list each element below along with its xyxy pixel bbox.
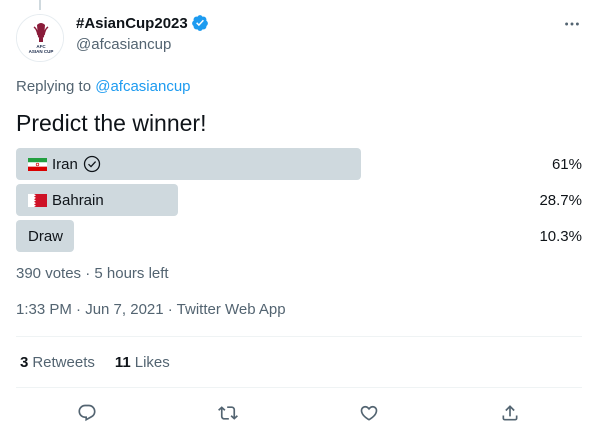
likes-count: 11 xyxy=(114,354,131,371)
divider xyxy=(16,387,582,388)
poll-option-percent: 61% xyxy=(551,156,582,173)
retweets-stat[interactable]: 3 Retweets xyxy=(20,354,95,371)
author-handle[interactable]: @afcasiancup xyxy=(76,36,171,53)
engagement-stats: 3 Retweets 11 Likes xyxy=(20,354,170,371)
retweets-label: Retweets xyxy=(32,354,95,371)
poll-option-label: Iran xyxy=(16,155,101,173)
thread-connector-line xyxy=(39,0,41,10)
poll-option-percent: 10.3% xyxy=(539,228,582,245)
poll: Iran 61% Bahrain 28.7% Draw 10.3% xyxy=(16,148,582,256)
poll-meta: 390 votes · 5 hours left xyxy=(16,265,169,282)
afc-asian-cup-logo: AFC ASIAN CUP xyxy=(17,15,63,61)
poll-option-text: Bahrain xyxy=(52,191,104,209)
poll-option-bahrain: Bahrain 28.7% xyxy=(16,184,582,216)
poll-option-draw: Draw 10.3% xyxy=(16,220,582,252)
display-name-text: #AsianCup2023 xyxy=(76,14,188,32)
bahrain-flag-icon xyxy=(28,193,47,207)
svg-text:ASIAN CUP: ASIAN CUP xyxy=(29,49,54,54)
tweet-timestamp[interactable]: 1:33 PM · Jun 7, 2021 · Twitter Web App xyxy=(16,301,286,318)
likes-label: Likes xyxy=(134,354,170,371)
reply-mention-link[interactable]: @afcasiancup xyxy=(95,78,190,95)
check-circle-icon xyxy=(83,155,101,173)
more-icon[interactable] xyxy=(562,14,582,34)
poll-option-iran: Iran 61% xyxy=(16,148,582,180)
share-icon[interactable] xyxy=(499,402,521,424)
likes-stat[interactable]: 11 Likes xyxy=(115,354,170,371)
retweets-count: 3 xyxy=(20,354,29,371)
author-display-name[interactable]: #AsianCup2023 xyxy=(76,14,209,32)
tweet-text: Predict the winner! xyxy=(16,110,207,136)
avatar[interactable]: AFC ASIAN CUP xyxy=(16,14,64,62)
poll-option-percent: 28.7% xyxy=(539,192,582,209)
poll-option-label: Bahrain xyxy=(16,192,104,209)
poll-option-text: Draw xyxy=(28,227,64,245)
like-icon[interactable] xyxy=(358,402,380,424)
reply-icon[interactable] xyxy=(76,402,98,424)
poll-option-text: Iran xyxy=(52,155,78,173)
retweet-icon[interactable] xyxy=(217,402,239,424)
divider xyxy=(16,336,582,337)
poll-option-label: Draw xyxy=(16,228,63,245)
replying-to-line: Replying to @afcasiancup xyxy=(16,78,191,95)
verified-badge-icon xyxy=(191,14,209,32)
replying-to-prefix: Replying to xyxy=(16,78,92,95)
iran-flag-icon xyxy=(28,157,47,171)
